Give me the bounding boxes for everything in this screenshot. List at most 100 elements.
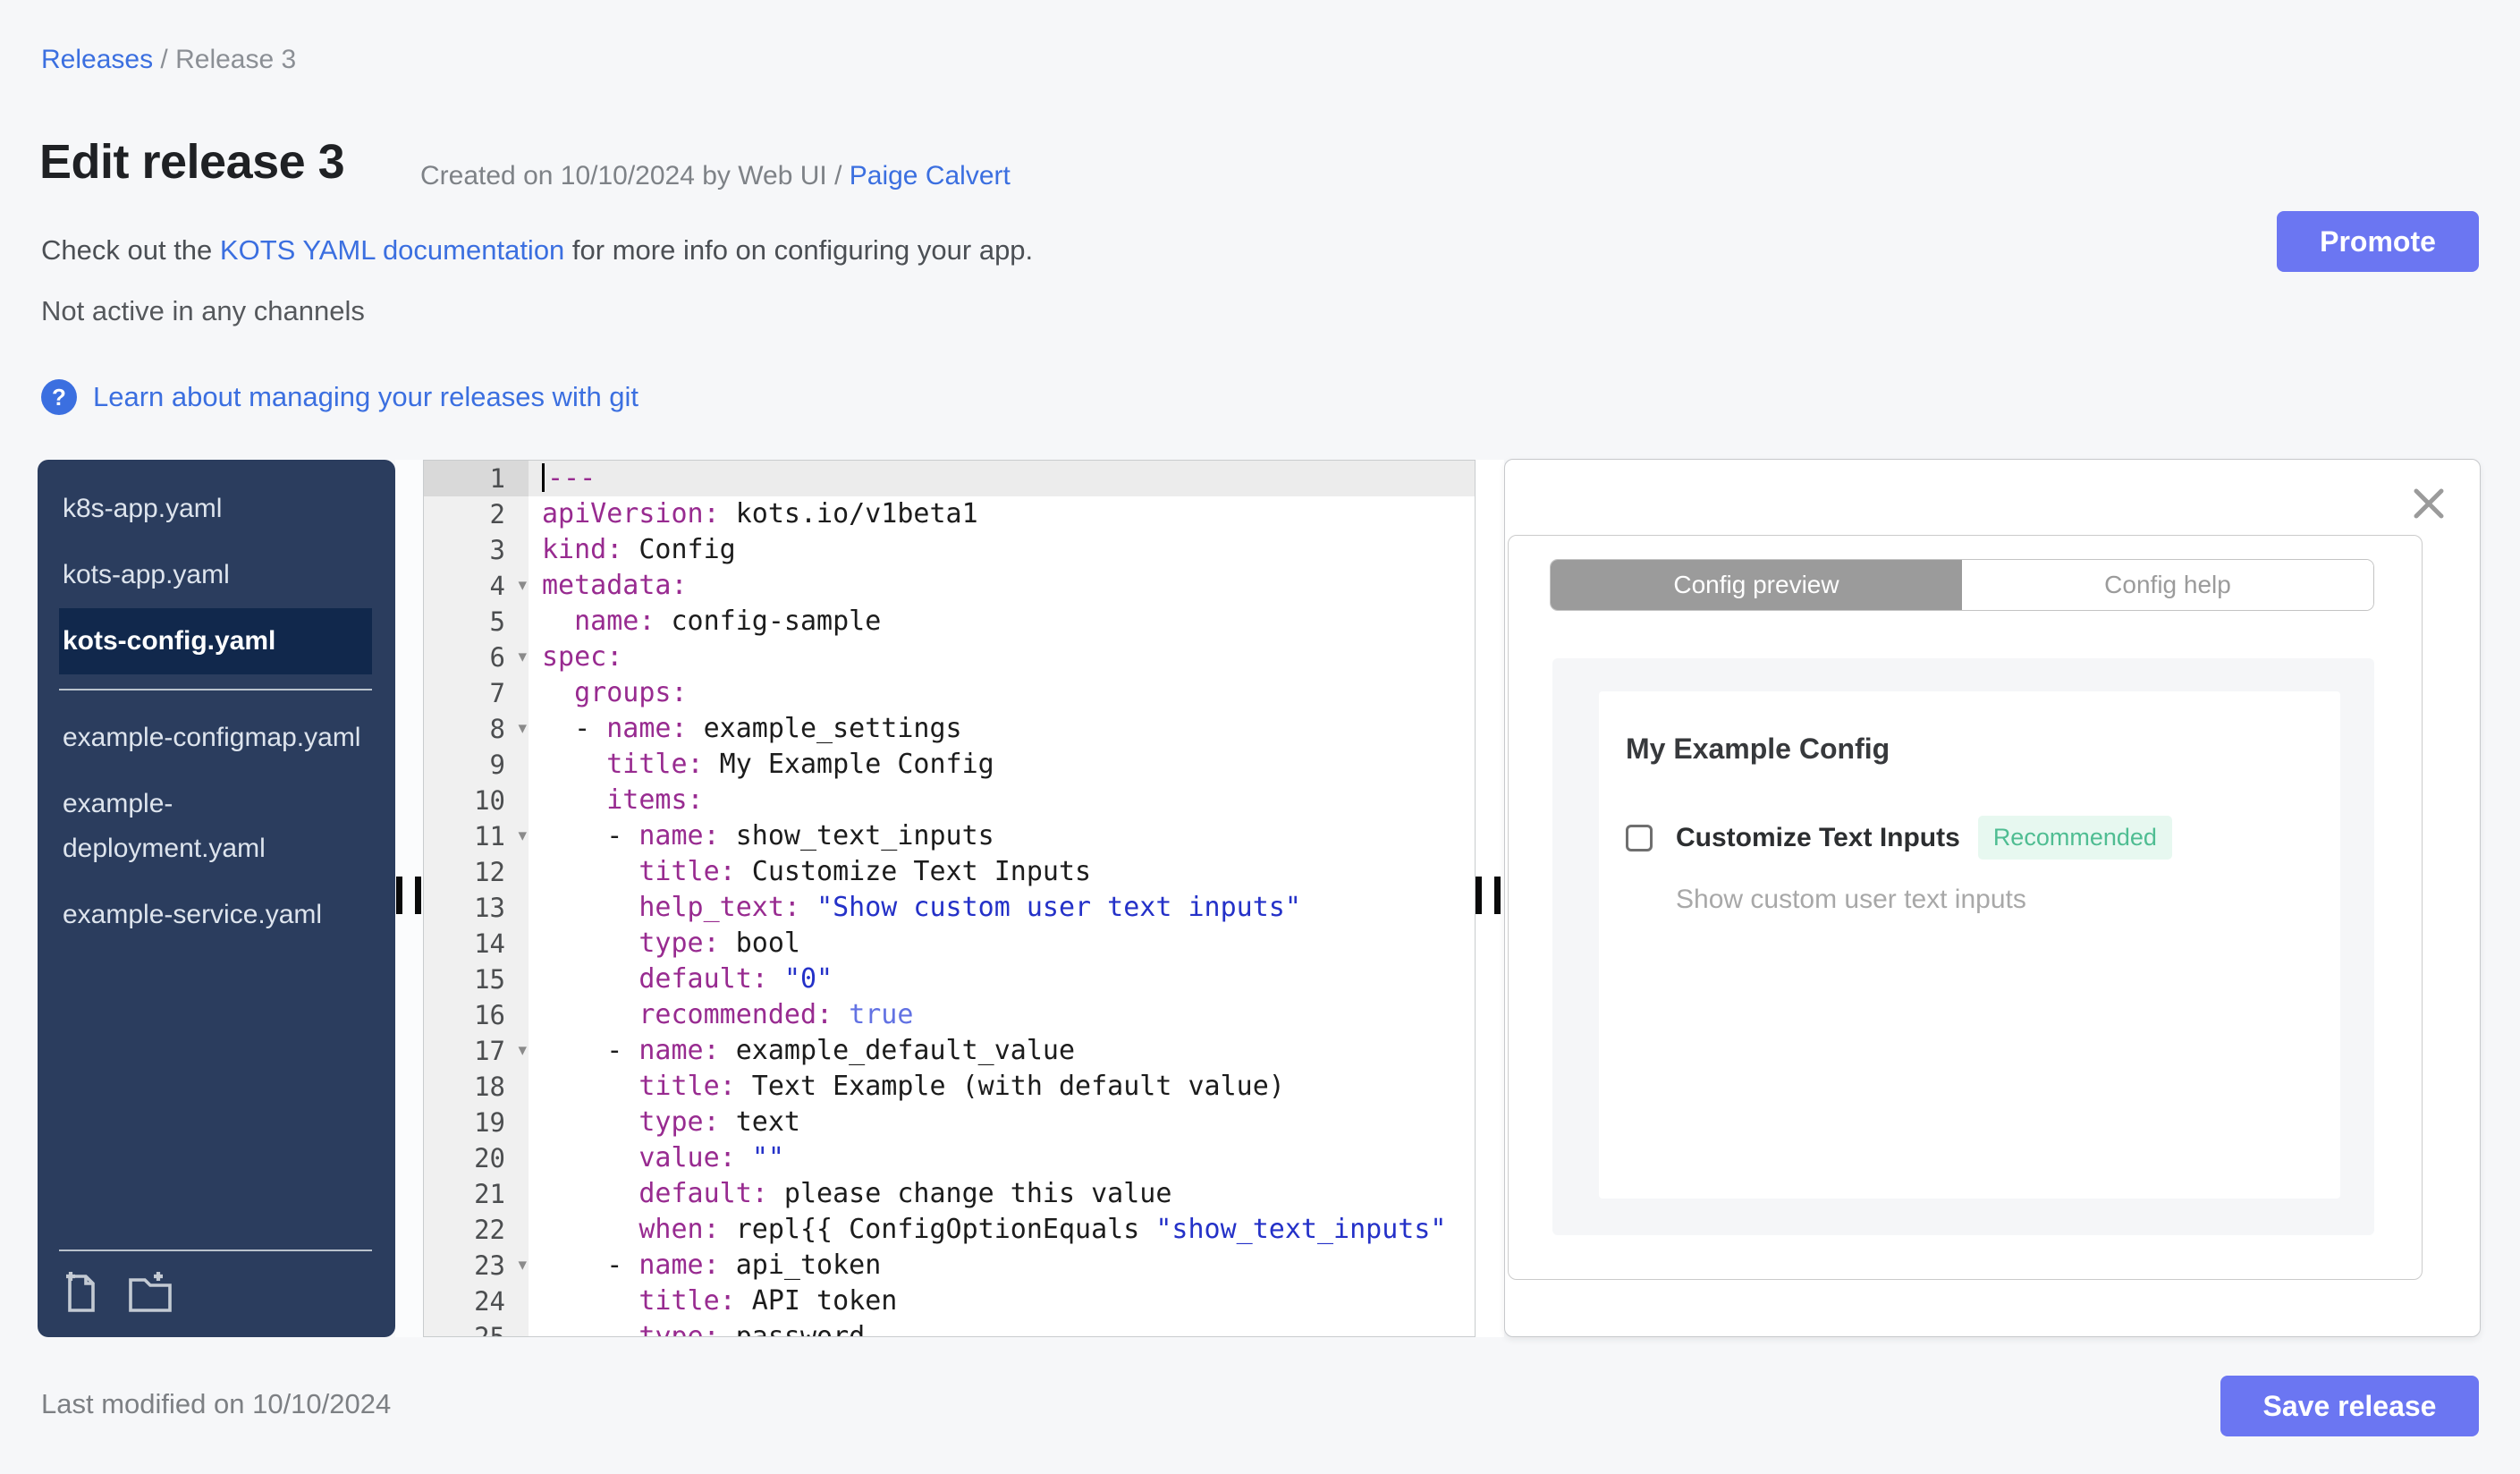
- file-item-example-service.yaml[interactable]: example-service.yaml: [59, 882, 372, 948]
- tab-config-help[interactable]: Config help: [1962, 560, 2373, 610]
- fold-arrow-icon[interactable]: ▾: [518, 568, 527, 604]
- panel-resize-handle[interactable]: [1476, 877, 1501, 914]
- fold-arrow-icon[interactable]: ▾: [518, 711, 527, 747]
- file-list-divider: [59, 689, 372, 690]
- close-icon[interactable]: [2408, 483, 2449, 524]
- editor-line-22[interactable]: 22 when: repl{{ ConfigOptionEquals "show…: [424, 1212, 1475, 1248]
- file-list: k8s-app.yaml kots-app.yaml kots-config.yam…: [38, 460, 395, 948]
- workspace: k8s-app.yaml kots-app.yaml kots-config.yam…: [38, 459, 2481, 1338]
- fold-arrow-icon[interactable]: ▾: [518, 818, 527, 854]
- git-releases-link[interactable]: Learn about managing your releases with …: [93, 381, 638, 413]
- line-number: 16: [424, 997, 529, 1033]
- line-number: 5: [424, 604, 529, 640]
- line-number: 7: [424, 675, 529, 711]
- editor-line-19[interactable]: 19 type: text: [424, 1105, 1475, 1140]
- code-text: kind: Config: [542, 534, 736, 565]
- channel-status: Not active in any channels: [41, 295, 365, 326]
- editor-line-11[interactable]: 11 ▾ - name: show_text_inputs: [424, 818, 1475, 854]
- question-icon: ?: [41, 379, 77, 415]
- code-text: type: password: [638, 1321, 866, 1337]
- drag-handle-icon: [1476, 877, 1482, 914]
- editor-line-24[interactable]: 24 title: API token: [424, 1283, 1475, 1319]
- editor-line-16[interactable]: 16 recommended: true: [424, 997, 1475, 1033]
- author-link[interactable]: Paige Calvert: [850, 161, 1011, 191]
- editor-line-17[interactable]: 17 ▾ - name: example_default_value: [424, 1033, 1475, 1069]
- fold-arrow-icon[interactable]: ▾: [518, 640, 527, 675]
- code-text: recommended: true: [638, 999, 914, 1030]
- editor-line-3[interactable]: 3 kind: Config: [424, 532, 1475, 568]
- editor-line-20[interactable]: 20 value: "": [424, 1140, 1475, 1176]
- promote-button[interactable]: Promote: [2277, 211, 2479, 272]
- recommended-badge: Recommended: [1977, 816, 2172, 860]
- code-text: - name: example_default_value: [542, 1035, 1076, 1066]
- file-item-example-deployment.yaml[interactable]: example-deployment.yaml: [59, 771, 372, 882]
- config-item-help: Show custom user text inputs: [1676, 885, 2026, 914]
- line-number: 12: [424, 854, 529, 890]
- editor-line-25[interactable]: 25 type: password: [424, 1319, 1475, 1337]
- config-item-label: Customize Text Inputs: [1676, 822, 1960, 852]
- sidebar-resize-handle[interactable]: [396, 877, 422, 914]
- last-modified-text: Last modified on 10/10/2024: [41, 1388, 392, 1419]
- editor-line-12[interactable]: 12 title: Customize Text Inputs: [424, 854, 1475, 890]
- editor-line-18[interactable]: 18 title: Text Example (with default val…: [424, 1069, 1475, 1105]
- code-text: metadata:: [542, 570, 688, 601]
- code-text: apiVersion: kots.io/v1beta1: [542, 498, 978, 529]
- code-text: type: text: [638, 1106, 800, 1138]
- code-text: value: "": [638, 1142, 784, 1173]
- code-text: when: repl{{ ConfigOptionEquals "show_te…: [638, 1214, 1447, 1245]
- line-number: 3: [424, 532, 529, 568]
- line-number: 11 ▾: [424, 818, 529, 854]
- line-number: 15: [424, 961, 529, 997]
- file-item-k8s-app.yaml[interactable]: k8s-app.yaml: [59, 476, 372, 542]
- editor-line-13[interactable]: 13 help_text: "Show custom user text inp…: [424, 890, 1475, 926]
- code-text: - name: example_settings: [542, 713, 962, 744]
- line-number: 10: [424, 783, 529, 818]
- kots-docs-link[interactable]: KOTS YAML documentation: [220, 234, 564, 266]
- line-number: 14: [424, 926, 529, 961]
- fold-arrow-icon[interactable]: ▾: [518, 1033, 527, 1069]
- breadcrumb-separator: /: [160, 45, 176, 74]
- new-file-icon[interactable]: [63, 1271, 106, 1314]
- page-title: Edit release 3: [39, 135, 345, 189]
- editor-line-23[interactable]: 23 ▾ - name: api_token: [424, 1248, 1475, 1283]
- editor-line-7[interactable]: 7 groups:: [424, 675, 1475, 711]
- git-help-row: ? Learn about managing your releases wit…: [41, 379, 638, 415]
- editor-line-1[interactable]: 1 ---: [424, 461, 1475, 496]
- editor-line-14[interactable]: 14 type: bool: [424, 926, 1475, 961]
- docs-prefix: Check out the: [41, 234, 220, 266]
- customize-text-inputs-checkbox[interactable]: [1626, 824, 1653, 851]
- line-number: 23 ▾: [424, 1248, 529, 1283]
- fold-arrow-icon[interactable]: ▾: [518, 1248, 527, 1283]
- editor-lines: 1 --- 2 apiVersion: kots.io/v1beta1 3 kind: C…: [424, 461, 1475, 1337]
- breadcrumb-releases-link[interactable]: Releases: [41, 45, 153, 74]
- editor-line-9[interactable]: 9 title: My Example Config: [424, 747, 1475, 783]
- editor-line-10[interactable]: 10 items:: [424, 783, 1475, 818]
- file-item-example-configmap.yaml[interactable]: example-configmap.yaml: [59, 705, 372, 771]
- line-number: 8 ▾: [424, 711, 529, 747]
- code-text: title: Text Example (with default value): [638, 1071, 1285, 1102]
- panel-resize-strip: [1476, 460, 1504, 1337]
- line-number: 4 ▾: [424, 568, 529, 604]
- tab-config-preview[interactable]: Config preview: [1551, 560, 1962, 610]
- config-panel: Config preview Config help My Example Con…: [1504, 459, 2481, 1337]
- line-number: 20: [424, 1140, 529, 1176]
- line-number: 1: [424, 461, 529, 496]
- code-text: type: bool: [638, 928, 800, 959]
- editor-line-6[interactable]: 6 ▾ spec:: [424, 640, 1475, 675]
- editor-line-15[interactable]: 15 default: "0": [424, 961, 1475, 997]
- file-item-kots-app.yaml[interactable]: kots-app.yaml: [59, 542, 372, 608]
- yaml-editor[interactable]: 1 --- 2 apiVersion: kots.io/v1beta1 3 kind: C…: [423, 460, 1476, 1337]
- sidebar-bottom: [38, 1235, 395, 1337]
- editor-line-21[interactable]: 21 default: please change this value: [424, 1176, 1475, 1212]
- save-release-button[interactable]: Save release: [2220, 1376, 2479, 1436]
- config-preview-area: My Example Config Customize Text Inputs …: [1552, 658, 2374, 1235]
- file-item-kots-config.yaml[interactable]: kots-config.yaml: [59, 608, 372, 674]
- code-text: title: My Example Config: [606, 749, 994, 780]
- editor-line-5[interactable]: 5 name: config-sample: [424, 604, 1475, 640]
- code-text: title: Customize Text Inputs: [638, 856, 1092, 887]
- sidebar-actions: [38, 1251, 395, 1337]
- editor-line-8[interactable]: 8 ▾ - name: example_settings: [424, 711, 1475, 747]
- new-folder-icon[interactable]: [129, 1271, 172, 1314]
- editor-line-2[interactable]: 2 apiVersion: kots.io/v1beta1: [424, 496, 1475, 532]
- editor-line-4[interactable]: 4 ▾ metadata:: [424, 568, 1475, 604]
